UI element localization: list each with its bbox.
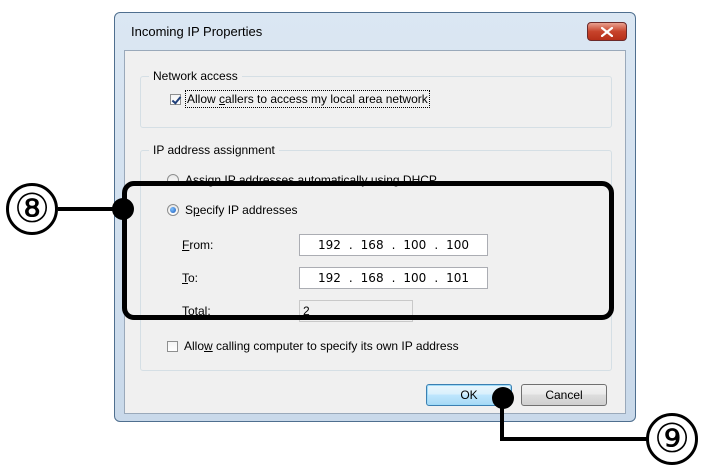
allow-specify-checkbox[interactable] [167, 340, 178, 352]
callout-8-dot [112, 198, 134, 220]
network-access-legend: Network access [149, 69, 242, 83]
ip-assignment-legend: IP address assignment [149, 143, 279, 157]
callout-8-number: ⑧ [6, 183, 58, 235]
allow-specify-label: Allow calling computer to specify its ow… [184, 339, 459, 353]
close-button[interactable] [587, 22, 627, 41]
callout-9-line-horizontal [500, 437, 650, 441]
network-access-group: Network access Allow callers to access m… [140, 69, 612, 128]
close-icon [601, 26, 613, 37]
dialog-title: Incoming IP Properties [131, 24, 263, 39]
callout-9-line-vertical [500, 396, 504, 441]
allow-callers-checkbox[interactable] [170, 93, 181, 105]
callout-9-number: ⑨ [646, 413, 698, 465]
callout-8-highlight [122, 181, 614, 320]
allow-callers-label: Allow callers to access my local area ne… [185, 90, 430, 108]
allow-specify-checkbox-row[interactable]: Allow calling computer to specify its ow… [167, 339, 459, 353]
cancel-button[interactable]: Cancel [521, 384, 607, 406]
title-bar[interactable]: Incoming IP Properties [115, 13, 635, 47]
allow-callers-checkbox-row[interactable]: Allow callers to access my local area ne… [170, 90, 430, 108]
